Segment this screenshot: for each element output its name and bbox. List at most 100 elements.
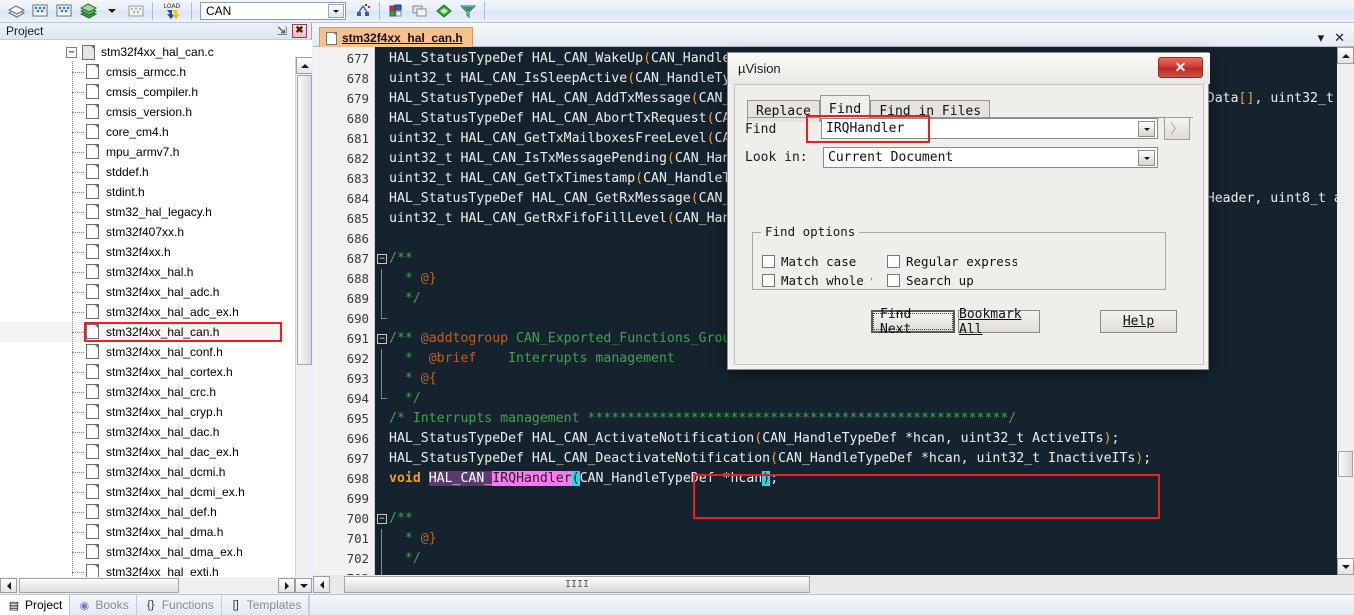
bottom-tab-functions[interactable]: {} Functions xyxy=(137,594,222,615)
green-diamond-icon[interactable] xyxy=(432,1,456,22)
tree-item[interactable]: stm32f4xx_hal_adc.h xyxy=(0,281,286,302)
code-line[interactable] xyxy=(389,489,1354,509)
hscroll-dropdown-icon[interactable] xyxy=(295,578,312,593)
fold-collapse-icon[interactable]: − xyxy=(377,254,387,264)
fold-marker[interactable] xyxy=(376,309,389,329)
editor-vertical-scrollbar[interactable] xyxy=(1337,47,1354,594)
code-line[interactable]: */ xyxy=(389,389,1354,409)
tree-item[interactable]: stm32f4xx_hal_def.h xyxy=(0,501,286,522)
fold-marker[interactable] xyxy=(376,469,389,489)
tree-item[interactable]: stddef.h xyxy=(0,161,286,182)
fold-marker[interactable] xyxy=(376,49,389,69)
fold-marker[interactable] xyxy=(376,349,389,369)
target-combo-dropdown-icon[interactable] xyxy=(328,4,344,18)
tree-item[interactable]: stm32f4xx_hal_dcmi.h xyxy=(0,461,286,482)
fold-marker[interactable]: − xyxy=(376,509,389,529)
editor-hscroll-left-icon[interactable] xyxy=(313,576,330,593)
bottom-tab-templates[interactable]: [] Templates xyxy=(222,594,310,615)
editor-scroll-down-icon[interactable] xyxy=(1337,558,1354,575)
fold-marker[interactable] xyxy=(376,389,389,409)
code-line[interactable]: * @} xyxy=(389,529,1354,549)
find-next-button[interactable]: Find Next xyxy=(871,307,955,337)
batch-build-icon[interactable] xyxy=(124,1,148,22)
bottom-tab-project[interactable]: ▤ Project xyxy=(0,594,71,615)
editor-hscroll-thumb[interactable]: IIII xyxy=(344,576,810,593)
fold-marker[interactable] xyxy=(376,289,389,309)
fold-marker[interactable]: − xyxy=(376,329,389,349)
checkbox-box-icon[interactable] xyxy=(887,274,900,287)
tree-item[interactable]: stm32f4xx_hal_dma.h xyxy=(0,521,286,542)
build-target-icon[interactable] xyxy=(76,1,100,22)
fold-marker[interactable] xyxy=(376,489,389,509)
code-line[interactable]: HAL_StatusTypeDef HAL_CAN_DeactivateNoti… xyxy=(389,449,1354,469)
tree-item[interactable]: cmsis_version.h xyxy=(0,101,286,122)
tree-item[interactable]: stdint.h xyxy=(0,181,286,202)
pin-icon[interactable]: ⇲ xyxy=(275,24,289,38)
tree-item[interactable]: stm32f4xx_hal_dma_ex.h xyxy=(0,541,286,562)
tabstrip-close-icon[interactable]: ✕ xyxy=(1334,31,1345,44)
tree-item[interactable]: stm32f4xx_hal_dac_ex.h xyxy=(0,441,286,462)
tree-item[interactable]: stm32f4xx_hal_cortex.h xyxy=(0,361,286,382)
new-project-icon[interactable] xyxy=(4,1,28,22)
fold-marker[interactable] xyxy=(376,529,389,549)
dialog-close-button[interactable]: ✕ xyxy=(1158,57,1203,78)
tree-item[interactable]: stm32f4xx_hal_conf.h xyxy=(0,341,286,362)
tree-item[interactable]: cmsis_compiler.h xyxy=(0,81,286,102)
fold-marker[interactable] xyxy=(376,449,389,469)
code-line[interactable]: void HAL_CAN_IRQHandler(CAN_HandleTypeDe… xyxy=(389,469,1354,489)
tree-item[interactable]: stm32f4xx_hal_adc_ex.h xyxy=(0,301,286,322)
manage-components-icon[interactable] xyxy=(384,1,408,22)
fold-marker[interactable] xyxy=(376,209,389,229)
fold-collapse-icon[interactable]: − xyxy=(377,514,387,524)
close-icon[interactable]: ✖ xyxy=(292,24,307,38)
fold-marker[interactable] xyxy=(376,169,389,189)
tree-item[interactable]: cmsis_armcc.h xyxy=(0,61,286,82)
fold-marker[interactable] xyxy=(376,229,389,249)
checkbox-box-icon[interactable] xyxy=(762,274,775,287)
editor-vscroll-thumb[interactable] xyxy=(1338,451,1353,477)
lookin-select-dropdown-icon[interactable] xyxy=(1138,150,1155,166)
fold-marker[interactable] xyxy=(376,109,389,129)
tree-item[interactable]: stm32f4xx_hal_exti.h xyxy=(0,561,286,578)
editor-hscroll-track[interactable]: IIII xyxy=(330,576,1354,593)
fold-marker[interactable] xyxy=(376,269,389,289)
fold-marker[interactable] xyxy=(376,89,389,109)
configure-wizard-icon[interactable] xyxy=(351,1,375,22)
bottom-tab-books[interactable]: ◉ Books xyxy=(70,594,137,615)
fold-marker[interactable] xyxy=(376,129,389,149)
hscroll-right-arrow-icon[interactable] xyxy=(278,578,295,593)
find-input[interactable]: IRQHandler xyxy=(821,118,1158,139)
vscroll-thumb[interactable] xyxy=(297,75,312,365)
dialog-titlebar[interactable]: µVision xyxy=(728,53,1210,84)
fold-marker[interactable] xyxy=(376,429,389,449)
tree-item[interactable]: core_cm4.h xyxy=(0,121,286,142)
build-dropdown-icon[interactable] xyxy=(100,1,124,22)
hscroll-track[interactable] xyxy=(17,578,278,593)
tree-item[interactable]: stm32f4xx_hal_dac.h xyxy=(0,421,286,442)
open-file-icon[interactable] xyxy=(28,1,52,22)
code-line[interactable]: /** xyxy=(389,509,1354,529)
fold-marker[interactable] xyxy=(376,189,389,209)
project-tree-horizontal-scrollbar[interactable] xyxy=(0,577,312,594)
tree-item[interactable]: stm32f4xx.h xyxy=(0,241,286,262)
help-button[interactable]: Help xyxy=(1100,310,1177,333)
load-button[interactable]: LOAD xyxy=(157,1,187,22)
find-input-dropdown-icon[interactable] xyxy=(1138,121,1155,137)
tree-item[interactable]: stm32f4xx_hal_crc.h xyxy=(0,381,286,402)
code-line[interactable]: * @{ xyxy=(389,369,1354,389)
checkbox-search-up[interactable]: Search up xyxy=(887,273,974,288)
checkbox-match-whole-word[interactable]: Match whole wor xyxy=(762,273,872,288)
fold-marker[interactable] xyxy=(376,149,389,169)
tree-item[interactable]: stm32f4xx_hal.h xyxy=(0,261,286,282)
project-tree[interactable]: − stm32f4xx_hal_can.c cmsis_armcc.h cmsis… xyxy=(0,40,286,578)
target-combo[interactable]: CAN xyxy=(200,2,346,20)
hscroll-thumb[interactable] xyxy=(19,578,179,593)
tree-item-selected[interactable]: stm32f4xx_hal_can.h xyxy=(0,321,286,342)
find-next-arrow-button[interactable]: 〉 xyxy=(1164,117,1190,140)
window-layout-icon[interactable] xyxy=(408,1,432,22)
tree-expander-icon[interactable]: − xyxy=(66,47,77,58)
checkbox-regular-expression[interactable]: Regular expressior xyxy=(887,254,1017,269)
checkbox-match-case[interactable]: Match case xyxy=(762,254,856,269)
filter-icon[interactable] xyxy=(456,1,480,22)
bookmark-all-button[interactable]: Bookmark All xyxy=(958,307,1040,337)
